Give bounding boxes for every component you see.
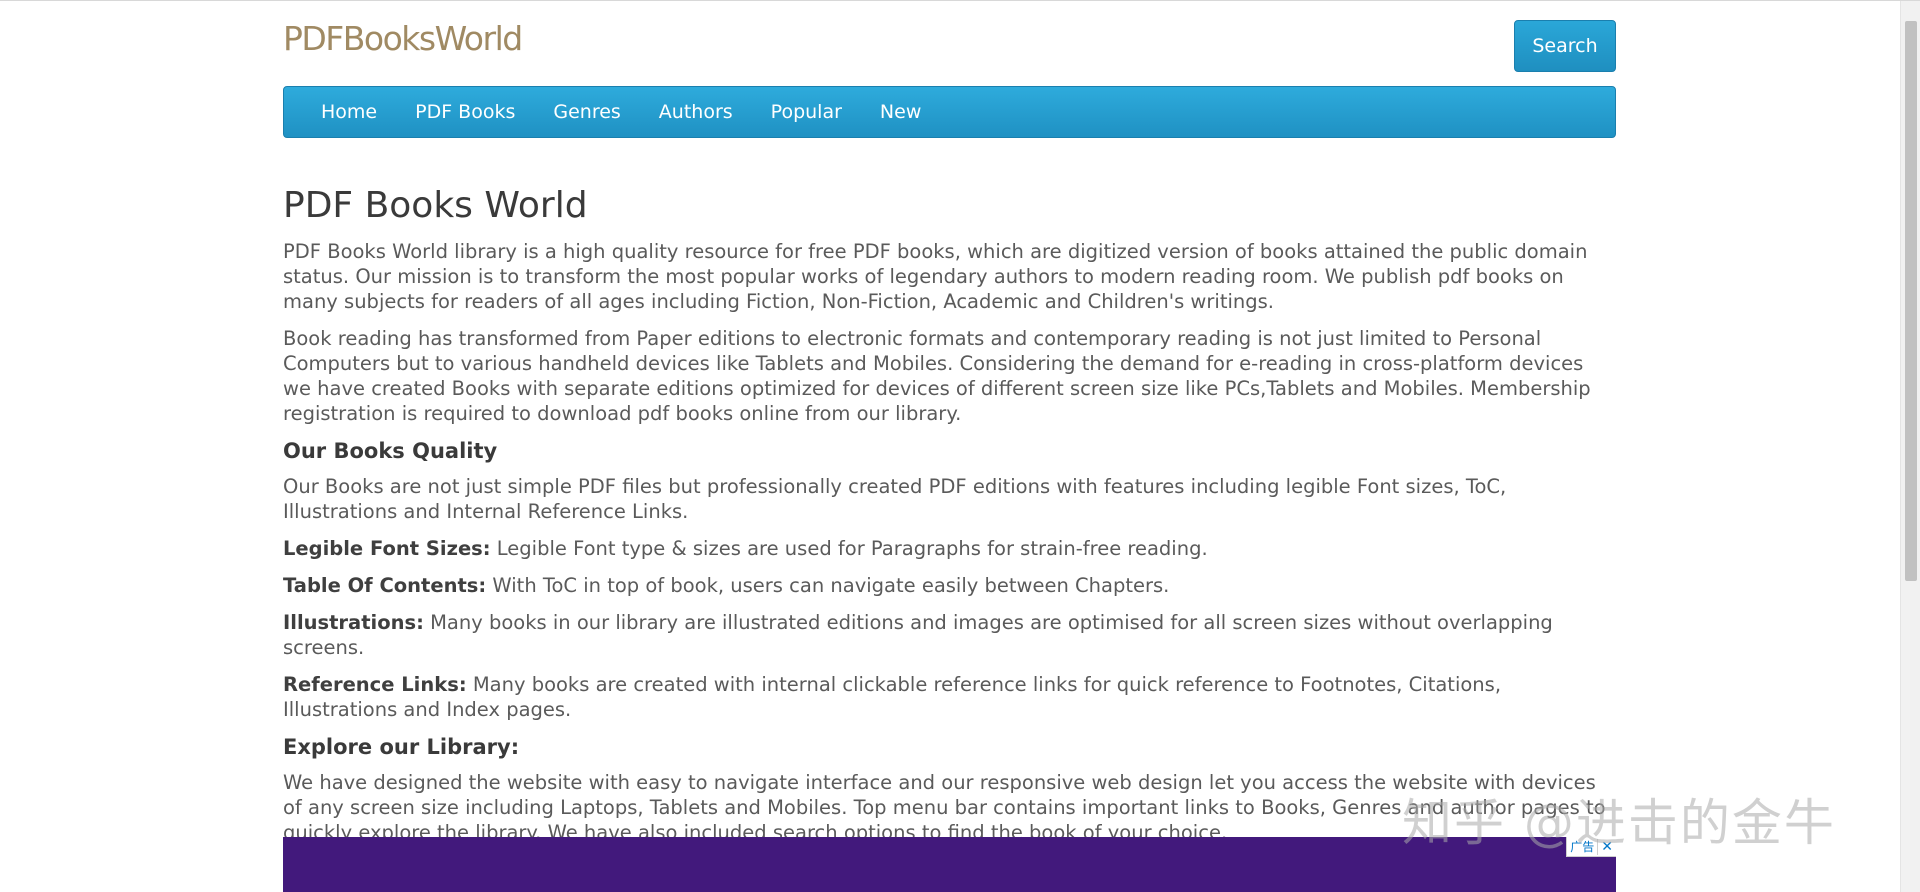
nav-item-new[interactable]: New <box>861 87 940 137</box>
nav-item-pdf-books[interactable]: PDF Books <box>396 87 534 137</box>
main-content: PDF Books World PDF Books World library … <box>283 183 1616 857</box>
page-scrollbar[interactable] <box>1900 1 1920 892</box>
feature-label: Legible Font Sizes: <box>283 537 491 560</box>
quality-heading: Our Books Quality <box>283 439 498 463</box>
quality-paragraph: Our Books are not just simple PDF files … <box>283 475 1507 523</box>
feature-text: Many books in our library are illustrate… <box>283 611 1553 659</box>
feature-legible-font: Legible Font Sizes: Legible Font type & … <box>283 536 1616 561</box>
main-nav: Home PDF Books Genres Authors Popular Ne… <box>283 86 1616 138</box>
scrollbar-thumb[interactable] <box>1905 21 1917 581</box>
feature-text: Many books are created with internal cli… <box>283 673 1502 721</box>
site-logo[interactable]: PDFBooksWorld <box>283 19 523 59</box>
feature-label: Reference Links: <box>283 673 467 696</box>
feature-text: Legible Font type & sizes are used for P… <box>490 537 1208 560</box>
page: PDFBooksWorld Search Home PDF Books Genr… <box>0 0 1920 892</box>
intro-paragraph-1: PDF Books World library is a high qualit… <box>283 240 1588 313</box>
nav-item-genres[interactable]: Genres <box>534 87 639 137</box>
explore-heading: Explore our Library: <box>283 735 520 759</box>
feature-toc: Table Of Contents: With ToC in top of bo… <box>283 573 1616 598</box>
feature-label: Table Of Contents: <box>283 574 487 597</box>
nav-item-popular[interactable]: Popular <box>752 87 861 137</box>
feature-reference-links: Reference Links: Many books are created … <box>283 672 1616 722</box>
feature-illustrations: Illustrations: Many books in our library… <box>283 610 1616 660</box>
intro-paragraph-2: Book reading has transformed from Paper … <box>283 327 1591 425</box>
nav-item-home[interactable]: Home <box>302 87 396 137</box>
nav-item-authors[interactable]: Authors <box>640 87 752 137</box>
page-title: PDF Books World <box>283 185 588 226</box>
feature-text: With ToC in top of book, users can navig… <box>486 574 1170 597</box>
watermark-text: 知乎 @进击的金牛 <box>1402 794 1836 852</box>
search-button[interactable]: Search <box>1514 20 1616 72</box>
feature-label: Illustrations: <box>283 611 424 634</box>
